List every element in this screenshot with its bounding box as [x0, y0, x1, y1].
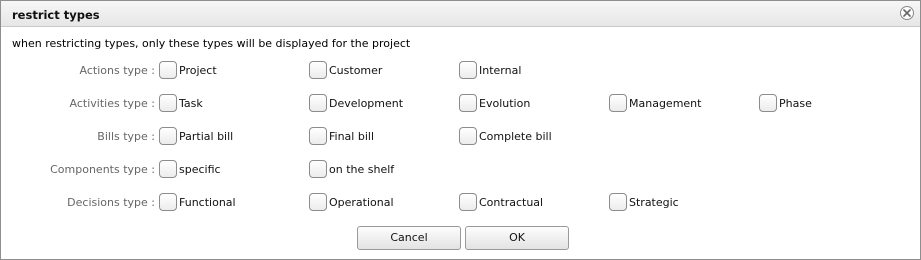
type-option-label[interactable]: Project	[179, 64, 217, 77]
type-option-label[interactable]: Functional	[179, 196, 236, 209]
checkbox-icon[interactable]	[459, 61, 477, 79]
type-row-label: Components type :	[50, 163, 155, 176]
type-row: Actions type : Project Customer Internal	[1, 60, 920, 82]
type-option-label[interactable]: Customer	[329, 64, 382, 77]
checkbox-icon[interactable]	[609, 94, 627, 112]
checkbox-icon[interactable]	[459, 94, 477, 112]
type-option-label[interactable]: Internal	[479, 64, 521, 77]
checkbox-icon[interactable]	[759, 94, 777, 112]
type-row: Decisions type : Functional Operational Con…	[1, 192, 920, 214]
type-row-label: Decisions type :	[67, 196, 155, 209]
checkbox-icon[interactable]	[159, 193, 177, 211]
checkbox-icon[interactable]	[459, 193, 477, 211]
cancel-button[interactable]: Cancel	[357, 226, 461, 250]
type-row: Components type : specific on the shelf	[1, 159, 920, 181]
checkbox-icon[interactable]	[159, 160, 177, 178]
ok-button[interactable]: OK	[465, 226, 569, 250]
type-option-label[interactable]: Development	[329, 97, 403, 110]
type-option-label[interactable]: specific	[179, 163, 221, 176]
checkbox-icon[interactable]	[159, 61, 177, 79]
checkbox-icon[interactable]	[309, 61, 327, 79]
dialog-titlebar[interactable]: restrict types	[1, 1, 920, 27]
checkbox-icon[interactable]	[309, 193, 327, 211]
checkbox-icon[interactable]	[309, 160, 327, 178]
type-option-label[interactable]: Management	[629, 97, 701, 110]
dialog-description: when restricting types, only these types…	[12, 37, 411, 50]
checkbox-icon[interactable]	[159, 94, 177, 112]
type-option-label[interactable]: Strategic	[629, 196, 679, 209]
close-icon[interactable]	[900, 6, 914, 20]
type-option-label[interactable]: Evolution	[479, 97, 530, 110]
type-row-label: Activities type :	[69, 97, 155, 110]
type-row: Activities type : Task Development Evolutio…	[1, 93, 920, 115]
checkbox-icon[interactable]	[159, 127, 177, 145]
type-option-label[interactable]: Task	[179, 97, 203, 110]
checkbox-icon[interactable]	[609, 193, 627, 211]
type-option-label[interactable]: Phase	[779, 97, 812, 110]
type-row-label: Bills type :	[97, 130, 155, 143]
type-option-label[interactable]: Partial bill	[179, 130, 233, 143]
type-option-label[interactable]: Complete bill	[479, 130, 552, 143]
checkbox-icon[interactable]	[309, 127, 327, 145]
checkbox-icon[interactable]	[459, 127, 477, 145]
type-row: Bills type : Partial bill Final bill Comple…	[1, 126, 920, 148]
dialog-title: restrict types	[12, 8, 100, 22]
type-option-label[interactable]: Contractual	[479, 196, 543, 209]
type-option-label[interactable]: Final bill	[329, 130, 374, 143]
checkbox-icon[interactable]	[309, 94, 327, 112]
type-row-label: Actions type :	[79, 64, 155, 77]
type-option-label[interactable]: on the shelf	[329, 163, 394, 176]
type-option-label[interactable]: Operational	[329, 196, 394, 209]
restrict-types-dialog: restrict types when restricting types, o…	[0, 0, 921, 260]
